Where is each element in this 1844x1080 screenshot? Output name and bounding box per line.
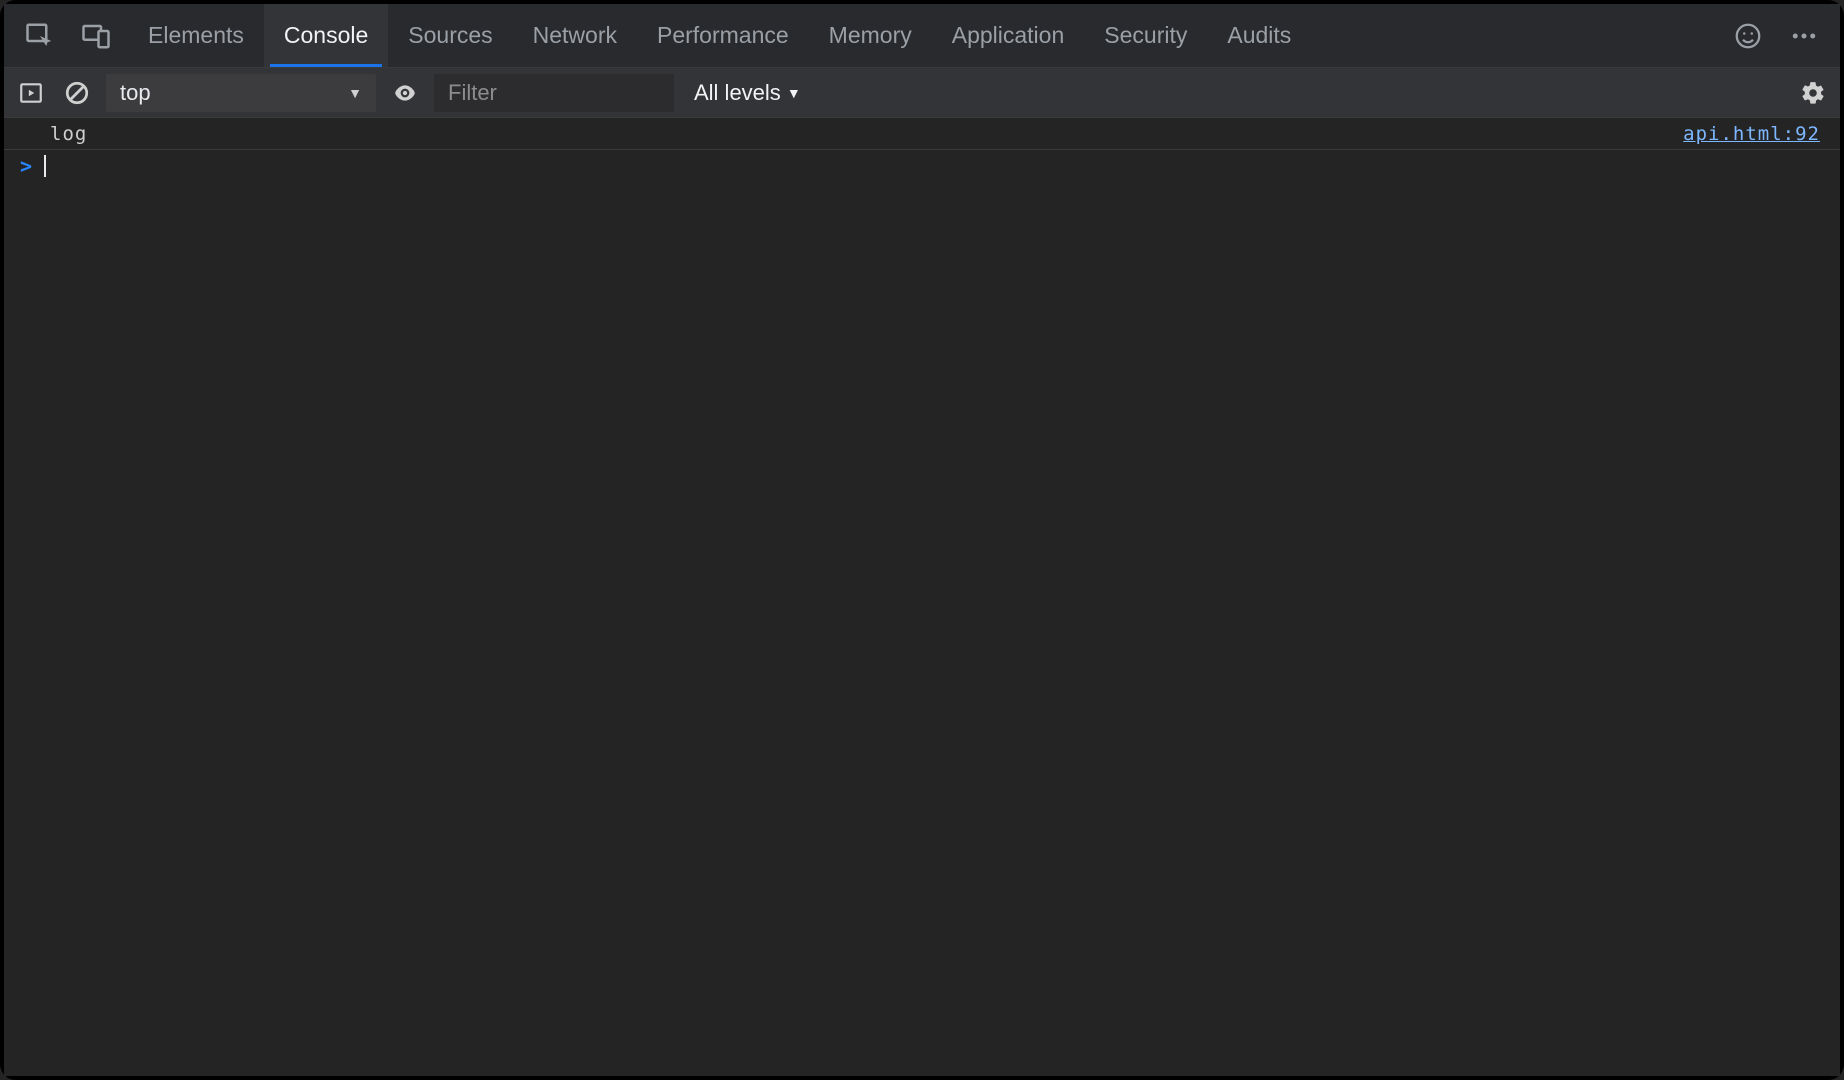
tab-application[interactable]: Application <box>932 4 1085 67</box>
panel-tabs: Elements Console Sources Network Perform… <box>128 4 1311 67</box>
levels-label: All levels <box>694 80 781 106</box>
devtools-tabbar: Elements Console Sources Network Perform… <box>4 4 1840 68</box>
toggle-sidebar-icon[interactable] <box>14 76 48 110</box>
context-value: top <box>120 80 151 106</box>
feedback-smiley-icon[interactable] <box>1720 4 1776 68</box>
log-source-link[interactable]: api.html:92 <box>1683 123 1820 145</box>
tab-label: Security <box>1104 22 1187 49</box>
tab-label: Memory <box>829 22 912 49</box>
prompt-caret-icon: > <box>20 154 32 178</box>
tab-console[interactable]: Console <box>264 4 388 67</box>
tab-label: Application <box>952 22 1065 49</box>
live-expression-icon[interactable] <box>388 76 422 110</box>
console-log-row: log api.html:92 <box>4 118 1840 150</box>
tab-label: Elements <box>148 22 244 49</box>
console-toolbar: top ▼ All levels ▼ <box>4 68 1840 118</box>
more-options-icon[interactable] <box>1776 4 1832 68</box>
chevron-down-icon: ▼ <box>787 85 801 101</box>
tab-audits[interactable]: Audits <box>1207 4 1311 67</box>
tab-label: Console <box>284 22 368 49</box>
tab-label: Audits <box>1227 22 1291 49</box>
log-message: log <box>50 123 1683 145</box>
device-toolbar-icon[interactable] <box>68 4 124 68</box>
execution-context-select[interactable]: top ▼ <box>106 74 376 112</box>
filter-input[interactable] <box>434 74 674 112</box>
tab-network[interactable]: Network <box>513 4 637 67</box>
tab-security[interactable]: Security <box>1084 4 1207 67</box>
tab-label: Sources <box>408 22 492 49</box>
text-cursor <box>44 155 46 177</box>
tab-elements[interactable]: Elements <box>128 4 264 67</box>
tab-performance[interactable]: Performance <box>637 4 809 67</box>
console-prompt[interactable]: > <box>4 150 1840 182</box>
clear-console-icon[interactable] <box>60 76 94 110</box>
chevron-down-icon: ▼ <box>348 85 362 101</box>
tab-label: Network <box>533 22 617 49</box>
tab-sources[interactable]: Sources <box>388 4 512 67</box>
console-settings-icon[interactable] <box>1796 76 1830 110</box>
console-messages: log api.html:92 > <box>4 118 1840 1076</box>
log-levels-select[interactable]: All levels ▼ <box>686 80 809 106</box>
tab-memory[interactable]: Memory <box>809 4 932 67</box>
inspect-element-icon[interactable] <box>12 4 68 68</box>
tab-label: Performance <box>657 22 789 49</box>
